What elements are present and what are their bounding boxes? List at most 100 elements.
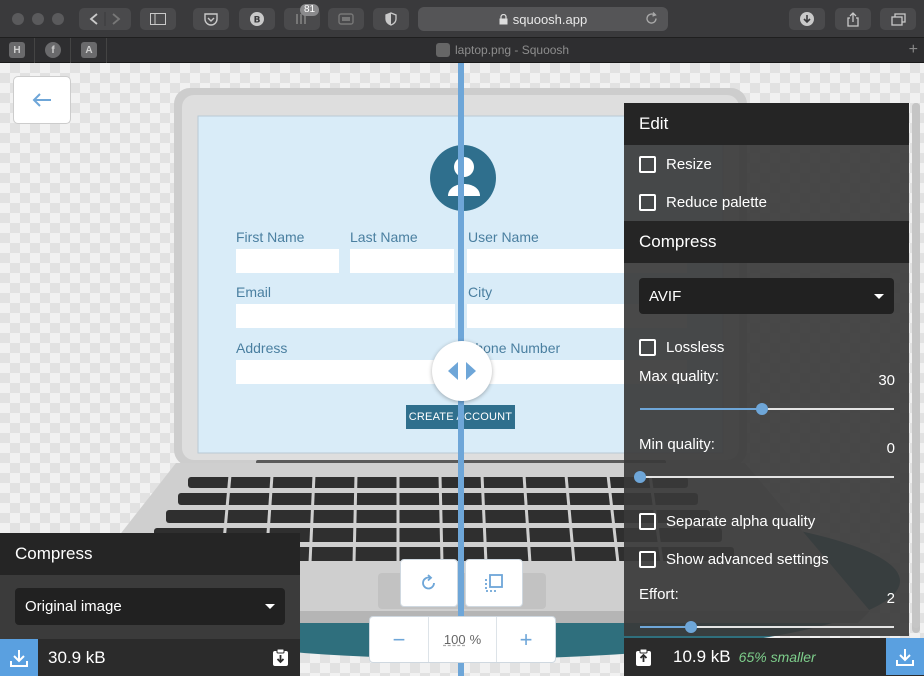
sidebar-toggle-button[interactable] xyxy=(140,8,176,30)
shield-button[interactable] xyxy=(373,8,409,30)
download-icon xyxy=(800,12,814,26)
options-scroll-thumb[interactable] xyxy=(912,103,920,628)
background-toggle-icon xyxy=(485,574,503,592)
resize-option[interactable]: Resize xyxy=(624,145,909,183)
browser-toolbar: B 81 squoosh.app xyxy=(0,0,924,38)
active-tab[interactable]: laptop.png - Squoosh xyxy=(436,43,569,57)
copy-settings-icon[interactable] xyxy=(271,648,290,667)
tab-separator xyxy=(106,38,107,63)
right-options-panel: Edit Resize Reduce palette Compress AVIF… xyxy=(624,103,924,676)
background-toggle-button[interactable] xyxy=(465,559,523,607)
squoosh-tab-icon xyxy=(436,43,450,57)
chevron-down-icon xyxy=(874,293,884,299)
tab-overview-button[interactable] xyxy=(880,8,916,30)
back-forward-buttons[interactable] xyxy=(79,8,131,30)
favorite-facebook[interactable]: f xyxy=(45,42,61,58)
left-file-size: 30.9 kB xyxy=(48,647,106,667)
user-name-label: User Name xyxy=(468,229,539,245)
min-quality-value: 0 xyxy=(886,440,895,457)
new-tab-button[interactable]: + xyxy=(909,41,918,59)
edit-section: Resize Reduce palette xyxy=(624,145,909,221)
zoom-window-button[interactable] xyxy=(52,13,64,25)
separate-alpha-label: Separate alpha quality xyxy=(666,512,816,530)
reduce-palette-checkbox[interactable] xyxy=(639,193,656,211)
min-quality-slider[interactable] xyxy=(634,471,894,483)
codec-select-wrap: AVIF xyxy=(624,263,909,328)
edit-title: Edit xyxy=(624,103,909,145)
advanced-settings-option[interactable]: Show advanced settings xyxy=(624,540,909,578)
resize-checkbox[interactable] xyxy=(639,155,656,173)
chevron-left-right-icon xyxy=(89,12,121,26)
extension-b-icon: B xyxy=(250,12,264,26)
lock-icon xyxy=(499,13,508,24)
right-results-bar: 10.9 kB 65% smaller xyxy=(624,638,924,676)
resize-label: Resize xyxy=(666,155,712,173)
min-quality-thumb[interactable] xyxy=(634,471,646,483)
address-bar[interactable]: squoosh.app xyxy=(418,7,668,31)
codec-value: AVIF xyxy=(649,287,682,305)
rotate-icon xyxy=(422,574,435,590)
left-codec-select[interactable]: Original image xyxy=(15,588,285,625)
lossless-checkbox[interactable] xyxy=(639,338,656,356)
download-icon xyxy=(10,649,28,667)
zoom-controls: − 100 % + xyxy=(369,616,556,663)
pocket-icon xyxy=(204,13,218,26)
extension-b-button[interactable]: B xyxy=(239,8,275,30)
minimize-window-button[interactable] xyxy=(32,13,44,25)
sidebar-icon xyxy=(150,13,166,25)
lossless-option[interactable]: Lossless xyxy=(624,328,909,366)
zoom-in-button[interactable]: + xyxy=(497,617,555,662)
rotate-button[interactable] xyxy=(400,559,458,607)
split-arrows-icon xyxy=(448,362,476,380)
share-button[interactable] xyxy=(835,8,871,30)
effort-value: 2 xyxy=(886,590,895,607)
extension-screen-button[interactable] xyxy=(328,8,364,30)
left-download-button[interactable] xyxy=(0,639,38,676)
left-results-bar: 30.9 kB xyxy=(0,639,300,676)
close-window-button[interactable] xyxy=(12,13,24,25)
share-icon xyxy=(847,11,859,27)
reduce-palette-label: Reduce palette xyxy=(666,193,767,211)
favorite-a[interactable]: A xyxy=(81,42,97,58)
min-quality-label: Min quality: xyxy=(639,436,715,453)
size-savings: 65% smaller xyxy=(738,649,816,665)
separate-alpha-option[interactable]: Separate alpha quality xyxy=(624,502,909,540)
downloads-button[interactable] xyxy=(789,8,825,30)
tab-title: laptop.png - Squoosh xyxy=(455,43,570,57)
advanced-settings-label: Show advanced settings xyxy=(666,550,829,568)
extension-counter-button[interactable]: 81 xyxy=(284,4,320,30)
left-codec-value: Original image xyxy=(25,598,122,615)
zoom-number: 100 xyxy=(443,632,466,647)
image-compare-stage[interactable]: First Name Last Name User Name Email Cit… xyxy=(0,63,924,676)
tab-separator xyxy=(34,38,35,63)
copy-settings-icon[interactable] xyxy=(634,648,653,667)
left-compress-body: Original image xyxy=(0,575,300,639)
download-icon xyxy=(896,648,914,666)
reduce-palette-option[interactable]: Reduce palette xyxy=(624,183,909,221)
max-quality-slider[interactable] xyxy=(640,403,894,415)
advanced-settings-checkbox[interactable] xyxy=(639,550,656,568)
max-quality-thumb[interactable] xyxy=(755,403,768,415)
back-button[interactable] xyxy=(13,76,71,124)
zoom-value[interactable]: 100 % xyxy=(428,617,497,662)
max-quality-value: 30 xyxy=(878,372,895,389)
first-name-label: First Name xyxy=(236,229,305,245)
tab-bar: H f A laptop.png - Squoosh + xyxy=(0,38,924,63)
compress-section: AVIF Lossless Max quality: 30 Min quality… xyxy=(624,263,909,636)
effort-slider[interactable] xyxy=(640,621,894,633)
separate-alpha-checkbox[interactable] xyxy=(639,512,656,530)
reload-icon[interactable] xyxy=(645,12,658,25)
codec-select[interactable]: AVIF xyxy=(639,278,894,314)
shield-icon xyxy=(385,12,397,26)
effort-thumb[interactable] xyxy=(684,621,697,633)
last-name-label: Last Name xyxy=(350,229,418,245)
favorite-h[interactable]: H xyxy=(9,42,25,58)
svg-text:B: B xyxy=(254,16,261,26)
pocket-button[interactable] xyxy=(193,8,229,30)
split-handle[interactable] xyxy=(432,341,492,401)
right-download-button[interactable] xyxy=(886,638,924,675)
right-file-size: 10.9 kB xyxy=(673,647,731,666)
zoom-out-button[interactable]: − xyxy=(370,617,428,662)
city-label: City xyxy=(468,284,493,300)
lossless-label: Lossless xyxy=(666,338,725,356)
